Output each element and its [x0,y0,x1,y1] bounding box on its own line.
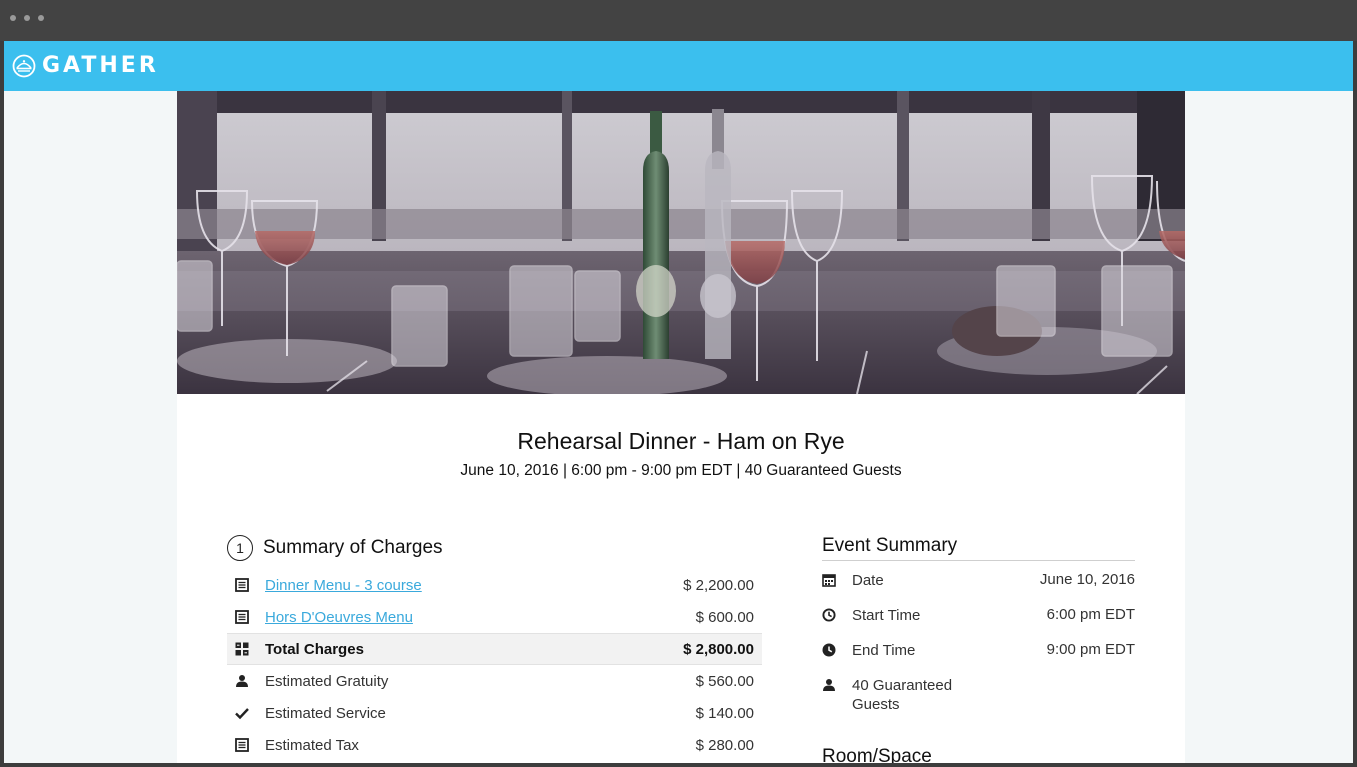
charge-label: Estimated Tax [265,736,359,754]
total-charges-row: Total Charges $ 2,800.00 [227,633,762,665]
charge-row: Estimated Service $ 140.00 [227,697,762,729]
person-icon [236,675,248,687]
document-icon [235,610,249,624]
window-bottom-edge [0,763,1357,767]
step-number: 1 [227,535,253,561]
window-dot-icon[interactable] [10,15,16,21]
event-subtitle: June 10, 2016 | 6:00 pm - 9:00 pm EDT | … [460,462,902,479]
charge-row: Hors D'Oeuvres Menu $ 600.00 [227,601,762,633]
calendar-icon [822,574,836,587]
event-proposal-card: Rehearsal Dinner - Ham on Rye June 10, 2… [177,91,1185,763]
top-bar: GATHER [4,41,1353,91]
charge-amount: $ 600.00 [695,608,754,626]
hors-doeuvres-menu-link[interactable]: Hors D'Oeuvres Menu [265,609,696,626]
total-charges-label: Total Charges [265,640,364,658]
charges-header: 1 Summary of Charges [227,535,762,561]
event-title: Rehearsal Dinner - Ham on Rye [517,428,845,454]
total-charges-icon [235,642,249,656]
summary-value: 6:00 pm EDT [1046,606,1135,623]
charge-row: Dinner Menu - 3 course $ 2,200.00 [227,569,762,601]
window-chrome [0,0,1357,41]
dinner-menu-link[interactable]: Dinner Menu - 3 course [265,577,683,594]
charge-label: Estimated Service [265,704,386,722]
clock-filled-icon [822,643,836,657]
cloche-icon [12,54,36,77]
summary-label: End Time [852,642,916,659]
person-icon [823,679,835,691]
charge-amount: $ 2,200.00 [683,576,754,594]
summary-row-guests: 40 Guaranteed Guests [822,666,1135,726]
document-icon [235,738,249,752]
summary-of-charges: 1 Summary of Charges Dinner Menu - 3 cou… [227,535,762,761]
summary-label: Date [852,572,884,589]
room-space-title: Room/Space [822,746,932,763]
document-icon [235,578,249,592]
summary-value: June 10, 2016 [1039,571,1135,588]
charge-row: Estimated Tax $ 280.00 [227,729,762,761]
window-controls [10,15,44,21]
total-charges-amount: $ 2,800.00 [683,640,754,658]
charge-label: Estimated Gratuity [265,672,389,690]
summary-label: Start Time [852,607,921,624]
section-title: Summary of Charges [263,537,443,558]
dinner-table-photo [177,91,1185,394]
hero-image [177,91,1185,394]
summary-label: 40 Guaranteed Guests [852,677,953,713]
charge-amount: $ 140.00 [695,704,754,722]
charge-amount: $ 280.00 [695,736,754,754]
charge-row: Estimated Gratuity $ 560.00 [227,665,762,697]
window-dot-icon[interactable] [24,15,30,21]
checkmark-icon [235,708,249,720]
event-summary-title: Event Summary [822,535,1135,561]
summary-row-start-time: Start Time 6:00 pm EDT [822,596,1135,631]
browser-viewport: GATHER Rehearsal Dinner - Ham on Rye Jun… [4,41,1353,763]
window-dot-icon[interactable] [38,15,44,21]
summary-value: 9:00 pm EDT [1046,641,1135,658]
logo-text: GATHER [42,53,159,78]
summary-row-end-time: End Time 9:00 pm EDT [822,631,1135,666]
gather-logo[interactable]: GATHER [12,53,159,78]
summary-row-date: Date June 10, 2016 [822,561,1135,596]
event-summary: Event Summary Date June 10, 2016 Start T… [822,535,1135,726]
charge-amount: $ 560.00 [695,672,754,690]
clock-outline-icon [822,608,836,622]
